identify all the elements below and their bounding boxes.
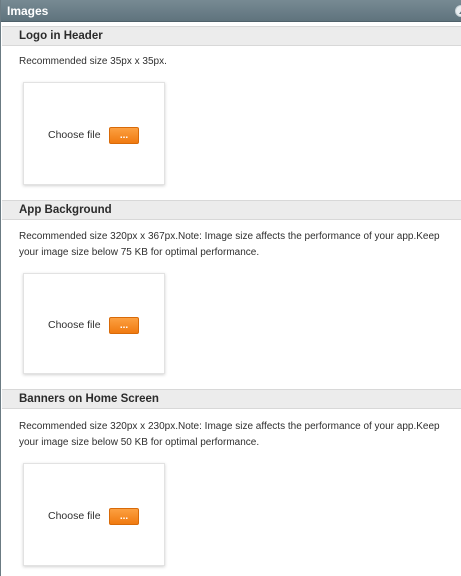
upload-box-banners[interactable]: Choose file ...: [23, 463, 165, 566]
upload-box-logo[interactable]: Choose file ...: [23, 82, 165, 185]
panel-title: Images: [7, 4, 49, 18]
choose-file-label: Choose file: [48, 510, 101, 522]
section-header-app-background: App Background: [2, 200, 461, 220]
section-header-logo: Logo in Header: [2, 26, 461, 46]
choose-file-label: Choose file: [48, 319, 101, 331]
section-description-banners: Recommended size 320px x 230px.Note: Ima…: [19, 421, 440, 448]
section-description-logo: Recommended size 35px x 35px.: [19, 56, 167, 67]
choose-file-label: Choose file: [48, 129, 101, 141]
images-panel: Images Logo in Header Recommended size 3…: [0, 0, 461, 576]
section-header-banners: Banners on Home Screen: [2, 389, 461, 409]
upload-box-app-background[interactable]: Choose file ...: [23, 273, 165, 374]
browse-button-logo[interactable]: ...: [109, 127, 139, 144]
section-description-app-background: Recommended size 320px x 367px.Note: Ima…: [19, 231, 440, 258]
collapse-icon[interactable]: [455, 5, 461, 17]
browse-button-banners[interactable]: ...: [109, 508, 139, 525]
panel-header: Images: [1, 0, 461, 22]
browse-button-app-background[interactable]: ...: [109, 317, 139, 334]
